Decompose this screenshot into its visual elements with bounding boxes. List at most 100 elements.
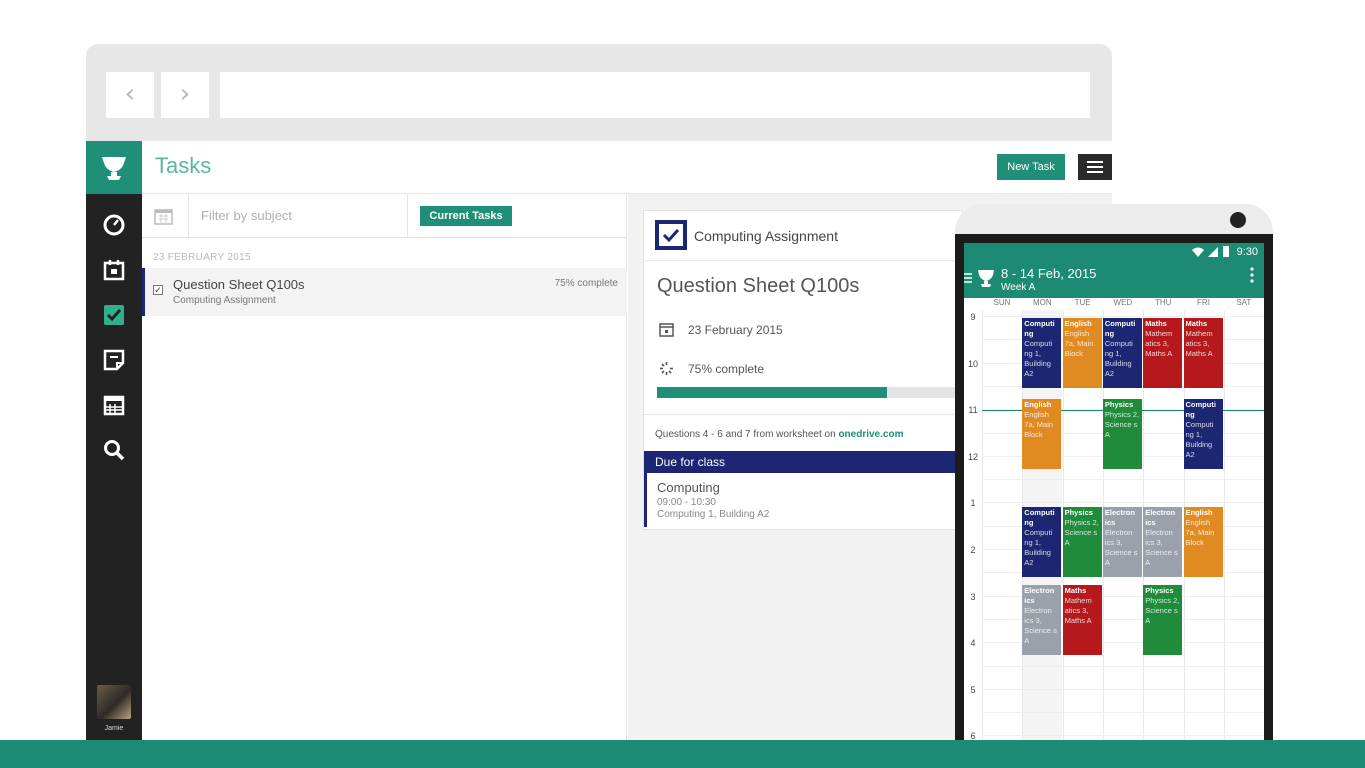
signal-icon (1208, 247, 1218, 257)
timetable-lesson[interactable]: English English 7a, Main Block (1062, 318, 1102, 388)
grid-line (982, 735, 1264, 737)
hour-label: 2 (970, 545, 976, 555)
calendar-icon (659, 323, 674, 337)
timetable-lesson[interactable]: Maths Mathem atics 3, Maths A (1062, 585, 1102, 655)
timetable-lesson[interactable]: Electron ics Electron ics 3, Science s A (1102, 507, 1142, 577)
day-header: TUE (1074, 298, 1091, 307)
task-list-panel: Filter by subject Current Tasks 23 FEBRU… (142, 194, 627, 744)
tasks-check-icon[interactable] (102, 303, 126, 327)
day-column (982, 310, 1022, 764)
progress-spinner-icon (660, 362, 673, 375)
current-tasks-button[interactable]: Current Tasks (420, 206, 512, 226)
trophy-logo-icon (978, 270, 994, 287)
day-header: FRI (1197, 298, 1210, 307)
timetable-lesson[interactable]: Physics Physics 2, Science s A (1062, 507, 1102, 577)
page-title: Tasks (155, 153, 212, 178)
week-range[interactable]: 8 - 14 Feb, 2015 (1001, 266, 1096, 281)
day-header: MON (1032, 298, 1052, 307)
menu-button[interactable] (1078, 154, 1112, 180)
timetable-lesson[interactable]: Computi ng Computi ng 1, Building A2 (1183, 399, 1223, 469)
sidebar: Jamie (86, 141, 142, 744)
week-label: Week A (1001, 282, 1036, 293)
dashboard-icon[interactable] (102, 213, 126, 237)
assignment-check-icon (655, 220, 687, 250)
chevron-right-icon: › (179, 79, 191, 109)
phone-screen: 9:30 8 - 14 Feb, 2015 Week A SUN MON TUE WE… (955, 234, 1273, 764)
timetable-lesson[interactable]: Physics Physics 2, Science s A (1102, 399, 1142, 469)
timetable-lesson[interactable]: English English 7a, Main Block (1183, 507, 1223, 577)
due-class-subject: Computing (657, 480, 720, 495)
filter-bar: Filter by subject Current Tasks (142, 194, 627, 238)
timetable-lesson[interactable]: Computi ng Computi ng 1, Building A2 (1022, 507, 1062, 577)
hour-label: 10 (967, 358, 978, 369)
bottom-band (0, 740, 1365, 768)
hour-label: 11 (968, 405, 978, 416)
due-class-time: 09:00 - 10:30 (657, 497, 716, 508)
address-bar[interactable] (220, 72, 1090, 118)
grid-line (982, 316, 1264, 317)
notes-icon[interactable] (102, 348, 126, 372)
task-due-date: 23 February 2015 (688, 323, 783, 337)
wifi-icon (1192, 247, 1204, 257)
day-header: WED (1113, 298, 1133, 307)
hour-label: 4 (970, 638, 976, 649)
task-progress-bar (657, 387, 964, 398)
task-subtitle: Computing Assignment (173, 295, 276, 306)
forward-button[interactable]: › (161, 72, 209, 118)
user-name: Jamie (104, 725, 124, 732)
grid-line (982, 688, 1264, 690)
phone-time: 9:30 (1236, 246, 1258, 258)
grid-line (982, 665, 1264, 667)
timetable-lesson[interactable]: Computi ng Computi ng 1, Building A2 (1102, 318, 1142, 388)
browser-toolbar: ‹ › (86, 44, 1112, 141)
back-button[interactable]: ‹ (106, 72, 154, 118)
date-heading: 23 FEBRUARY 2015 (153, 252, 251, 263)
hour-label: 1 (970, 498, 976, 509)
drawer-menu-icon[interactable] (964, 273, 972, 283)
assignment-header: Computing Assignment (644, 211, 964, 261)
battery-icon (1223, 246, 1229, 257)
search-icon[interactable] (102, 438, 126, 462)
grid-line (982, 712, 1264, 714)
day-header: SAT (1236, 298, 1252, 307)
timetable-lesson[interactable]: English English 7a, Main Block (1022, 399, 1062, 469)
app-logo[interactable] (86, 141, 142, 194)
task-note: Questions 4 - 6 and 7 from worksheet on … (655, 429, 904, 440)
task-progress: 75% complete (554, 278, 618, 289)
hour-label: 3 (970, 591, 976, 602)
timetable-lesson[interactable]: Maths Mathem atics 3, Maths A (1143, 318, 1183, 388)
trophy-logo-icon (102, 157, 126, 180)
assignment-label: Computing Assignment (694, 228, 838, 244)
due-for-class-heading: Due for class (644, 451, 964, 473)
day-header: THU (1154, 298, 1172, 307)
task-detail-title: Question Sheet Q100s (657, 275, 860, 297)
timetable-grid: SUN MON TUE WED THU FRI SAT 9 10 11 12 1 2 3 4 5 6 Comput… (964, 298, 1264, 764)
divider (188, 194, 189, 238)
more-vert-icon[interactable] (1250, 267, 1254, 283)
task-detail-card: Computing Assignment Question Sheet Q100… (643, 210, 964, 530)
subject-filter-input[interactable]: Filter by subject (201, 208, 292, 223)
divider (407, 194, 408, 238)
new-task-button[interactable]: New Task (997, 154, 1065, 180)
phone-camera (1230, 212, 1246, 228)
task-progress-text: 75% complete (688, 362, 765, 376)
grid-line (982, 502, 1264, 504)
task-checkbox[interactable]: ✓ (153, 285, 163, 295)
timetable-lesson[interactable]: Electron ics Electron ics 3, Science s A (1022, 585, 1062, 655)
divider (644, 414, 964, 415)
timetable-lesson[interactable]: Electron ics Electron ics 3, Science s A (1143, 507, 1183, 577)
task-title: Question Sheet Q100s (173, 277, 305, 292)
timetable-icon[interactable] (102, 393, 126, 417)
day-column (1223, 310, 1264, 764)
timetable-lesson[interactable]: Computi ng Computi ng 1, Building A2 (1022, 318, 1062, 388)
hour-label: 12 (967, 451, 978, 462)
timetable-lesson[interactable]: Physics Physics 2, Science s A (1143, 585, 1183, 655)
due-class-card[interactable]: Computing 09:00 - 10:30 Computing 1, Bui… (644, 473, 964, 527)
calendar-day-icon[interactable] (102, 258, 126, 282)
onedrive-link[interactable]: onedrive.com (838, 429, 903, 440)
avatar[interactable] (97, 685, 131, 719)
task-row[interactable]: ✓ Question Sheet Q100s Computing Assignm… (142, 268, 627, 316)
timetable-lesson[interactable]: Maths Mathem atics 3, Maths A (1183, 318, 1223, 388)
calendar-filter-icon[interactable] (154, 207, 173, 225)
task-progress-fill (657, 387, 888, 398)
